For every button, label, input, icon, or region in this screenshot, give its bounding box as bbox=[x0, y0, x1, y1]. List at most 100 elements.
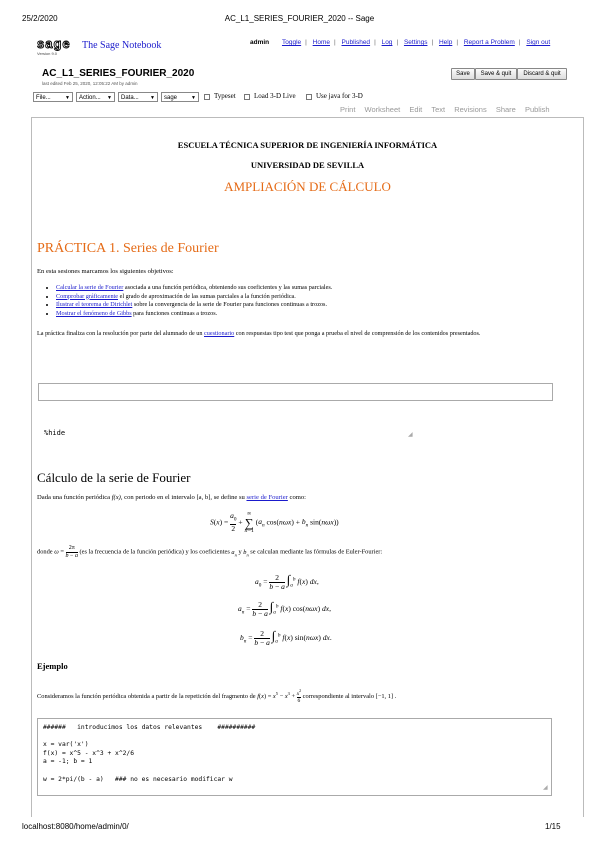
example-paragraph: Consideramos la función periódica obteni… bbox=[37, 689, 397, 704]
school-heading: ESCUELA TÉCNICA SUPERIOR DE INGENIERÍA I… bbox=[177, 140, 438, 150]
objective-text: para funciones continuas a trozos. bbox=[131, 309, 218, 317]
hide-directive: %hide bbox=[44, 429, 66, 437]
objective-text: asociada a una función periódica, obteni… bbox=[123, 284, 333, 291]
list-item: Mostrar el fenómeno de Gibbs para funcio… bbox=[56, 310, 576, 319]
chevron-down-icon: ▼ bbox=[65, 95, 70, 101]
paragraph-text: , se define su bbox=[210, 494, 247, 501]
final-note: La práctica finaliza con la resolución p… bbox=[37, 330, 547, 339]
data-menu-label: Data... bbox=[121, 95, 139, 101]
file-menu[interactable]: File... ▼ bbox=[33, 92, 73, 102]
code-block: ###### introducimos los datos relevantes… bbox=[43, 724, 255, 784]
discard-quit-button[interactable]: Discard & quit bbox=[517, 68, 567, 80]
save-button[interactable]: Save bbox=[451, 68, 475, 80]
java-3d-label: Use java for 3-D bbox=[316, 92, 363, 100]
quiz-link[interactable]: cuestionario bbox=[204, 330, 234, 337]
objective-link[interactable]: Comprobar gráficamente bbox=[56, 293, 118, 300]
worksheet-title[interactable]: AC_L1_SERIES_FOURIER_2020 bbox=[42, 68, 194, 79]
print-page-number: 1/15 bbox=[545, 822, 561, 831]
list-item: Ilustrar el teorema de Dirichlet sobre l… bbox=[56, 301, 576, 310]
code-line: w = 2*pi/(b - a) ### no es necesario mod… bbox=[43, 775, 233, 783]
objective-link[interactable]: Calcular la serie de Fourier bbox=[56, 284, 123, 291]
action-menu-label: Action... bbox=[79, 95, 101, 101]
nav-home[interactable]: Home bbox=[313, 39, 330, 46]
last-edited: last edited Feb 25, 2020, 12:05:22 AM by… bbox=[42, 81, 138, 86]
tab-worksheet[interactable]: Worksheet bbox=[365, 105, 401, 114]
code-line: a = -1; b = 1 bbox=[43, 758, 93, 766]
practice-title: PRÁCTICA 1. Series de Fourier bbox=[37, 241, 219, 256]
print-url: localhost:8080/home/admin/0/ bbox=[22, 822, 129, 831]
save-quit-button[interactable]: Save & quit bbox=[475, 68, 517, 80]
paragraph-text: Dada una función periódica bbox=[37, 494, 112, 501]
nav-settings[interactable]: Settings bbox=[404, 39, 428, 46]
tab-publish[interactable]: Publish bbox=[525, 105, 550, 114]
code-line: ###### introducimos los datos relevantes… bbox=[43, 724, 256, 731]
typeset-checkbox[interactable] bbox=[204, 94, 210, 100]
objective-link[interactable]: Ilustrar el teorema de Dirichlet bbox=[56, 301, 132, 308]
load-3d-live-checkbox[interactable] bbox=[244, 94, 250, 100]
paragraph-text: (es la frecuencia de la función periódic… bbox=[77, 548, 232, 556]
a0-formula: a0 = 2b − a ∫ab f(x) dx, bbox=[255, 572, 319, 591]
app-name-link[interactable]: The Sage Notebook bbox=[82, 40, 161, 51]
chevron-down-icon: ▼ bbox=[150, 95, 155, 101]
objectives-list: Calcular la serie de Fourier asociada a … bbox=[44, 284, 576, 318]
definition-paragraph: Dada una función periódica f(x), con per… bbox=[37, 494, 306, 501]
paragraph-text: correspondiente al intervalo bbox=[301, 692, 376, 700]
nav-sign-out[interactable]: Sign out bbox=[526, 39, 550, 46]
tab-share[interactable]: Share bbox=[496, 105, 516, 114]
nav-log[interactable]: Log bbox=[382, 39, 393, 46]
course-heading: AMPLIACIÓN DE CÁLCULO bbox=[224, 179, 391, 194]
resize-grip-icon[interactable]: ◢ bbox=[543, 784, 548, 791]
logo-text: sage bbox=[37, 37, 71, 51]
objective-link[interactable]: Mostrar el fenómeno de Gibbs bbox=[56, 310, 132, 317]
nav-report-problem[interactable]: Report a Problem bbox=[464, 39, 515, 46]
fourier-series-formula: S(x) = a0 2 + ∞ ∑ n=1 (an cos(nωx) + bn sin… bbox=[210, 511, 339, 534]
tab-revisions[interactable]: Revisions bbox=[454, 105, 487, 114]
paragraph-text: donde bbox=[37, 548, 55, 556]
data-menu[interactable]: Data... ▼ bbox=[118, 92, 158, 102]
chevron-down-icon: ▼ bbox=[191, 95, 196, 101]
nav-help[interactable]: Help bbox=[439, 39, 452, 46]
sage-logo[interactable]: sage bbox=[37, 37, 77, 51]
math-interval: [a, b] bbox=[196, 494, 211, 501]
list-item: Comprobar gráficamente el grado de aprox… bbox=[56, 293, 576, 302]
objective-text: sobre la convergencia de la serie de Fou… bbox=[132, 301, 327, 309]
code-line: f(x) = x^5 - x^3 + x^2/6 bbox=[43, 749, 134, 757]
file-menu-label: File... bbox=[36, 95, 51, 101]
tab-text[interactable]: Text bbox=[431, 105, 445, 114]
top-nav: admin Toggle | Home | Published | Log | Sett… bbox=[250, 39, 551, 46]
frequency-paragraph: donde ω = 2π b − a (es la frecuencia de l… bbox=[37, 545, 383, 559]
version-label: Version 9.0 bbox=[37, 51, 58, 56]
action-menu[interactable]: Action... ▼ bbox=[76, 92, 115, 102]
java-3d-checkbox[interactable] bbox=[306, 94, 312, 100]
tab-edit[interactable]: Edit bbox=[409, 105, 422, 114]
nav-toggle[interactable]: Toggle bbox=[282, 39, 301, 46]
university-heading: UNIVERSIDAD DE SEVILLA bbox=[250, 160, 365, 170]
example-heading: Ejemplo bbox=[37, 661, 68, 671]
final-note-text: La práctica finaliza con la resolución p… bbox=[37, 330, 204, 337]
chevron-down-icon: ▼ bbox=[107, 95, 112, 101]
typeset-label: Typeset bbox=[214, 92, 236, 100]
objective-text: el grado de aproximación de las sumas pa… bbox=[118, 292, 296, 300]
bn-formula: bn = 2b − a ∫ab f(x) sin(nωx) dx. bbox=[240, 628, 332, 647]
fourier-series-link[interactable]: serie de Fourier bbox=[246, 494, 287, 501]
final-note-text: con respuestas tipo test que ponga a pru… bbox=[234, 330, 481, 337]
system-select[interactable]: sage ▼ bbox=[161, 92, 199, 102]
paragraph-text: Consideramos la función periódica obteni… bbox=[37, 692, 258, 700]
math-interval: [−1, 1] bbox=[375, 692, 394, 700]
paragraph-text: , con periodo en el intervalo bbox=[120, 494, 197, 501]
objectives-intro: En esta sesiones marcamos los siguientes… bbox=[37, 268, 174, 275]
code-line: x = var('x') bbox=[43, 741, 89, 749]
list-item: Calcular la serie de Fourier asociada a … bbox=[56, 284, 576, 293]
paragraph-text: se calculan mediante las fórmulas de Eul… bbox=[248, 548, 383, 556]
user-name: admin bbox=[250, 39, 270, 46]
math-fx: f(x) bbox=[111, 494, 121, 501]
resize-grip-icon[interactable]: ◢ bbox=[408, 431, 413, 438]
nav-published[interactable]: Published bbox=[342, 39, 371, 46]
input-cell[interactable] bbox=[38, 383, 553, 401]
tab-print[interactable]: Print bbox=[340, 105, 355, 114]
section-title: Cálculo de la serie de Fourier bbox=[37, 470, 191, 485]
an-formula: an = 2b − a ∫ab f(x) cos(nωx) dx, bbox=[238, 599, 331, 618]
hidden-input-cell[interactable] bbox=[38, 426, 416, 440]
